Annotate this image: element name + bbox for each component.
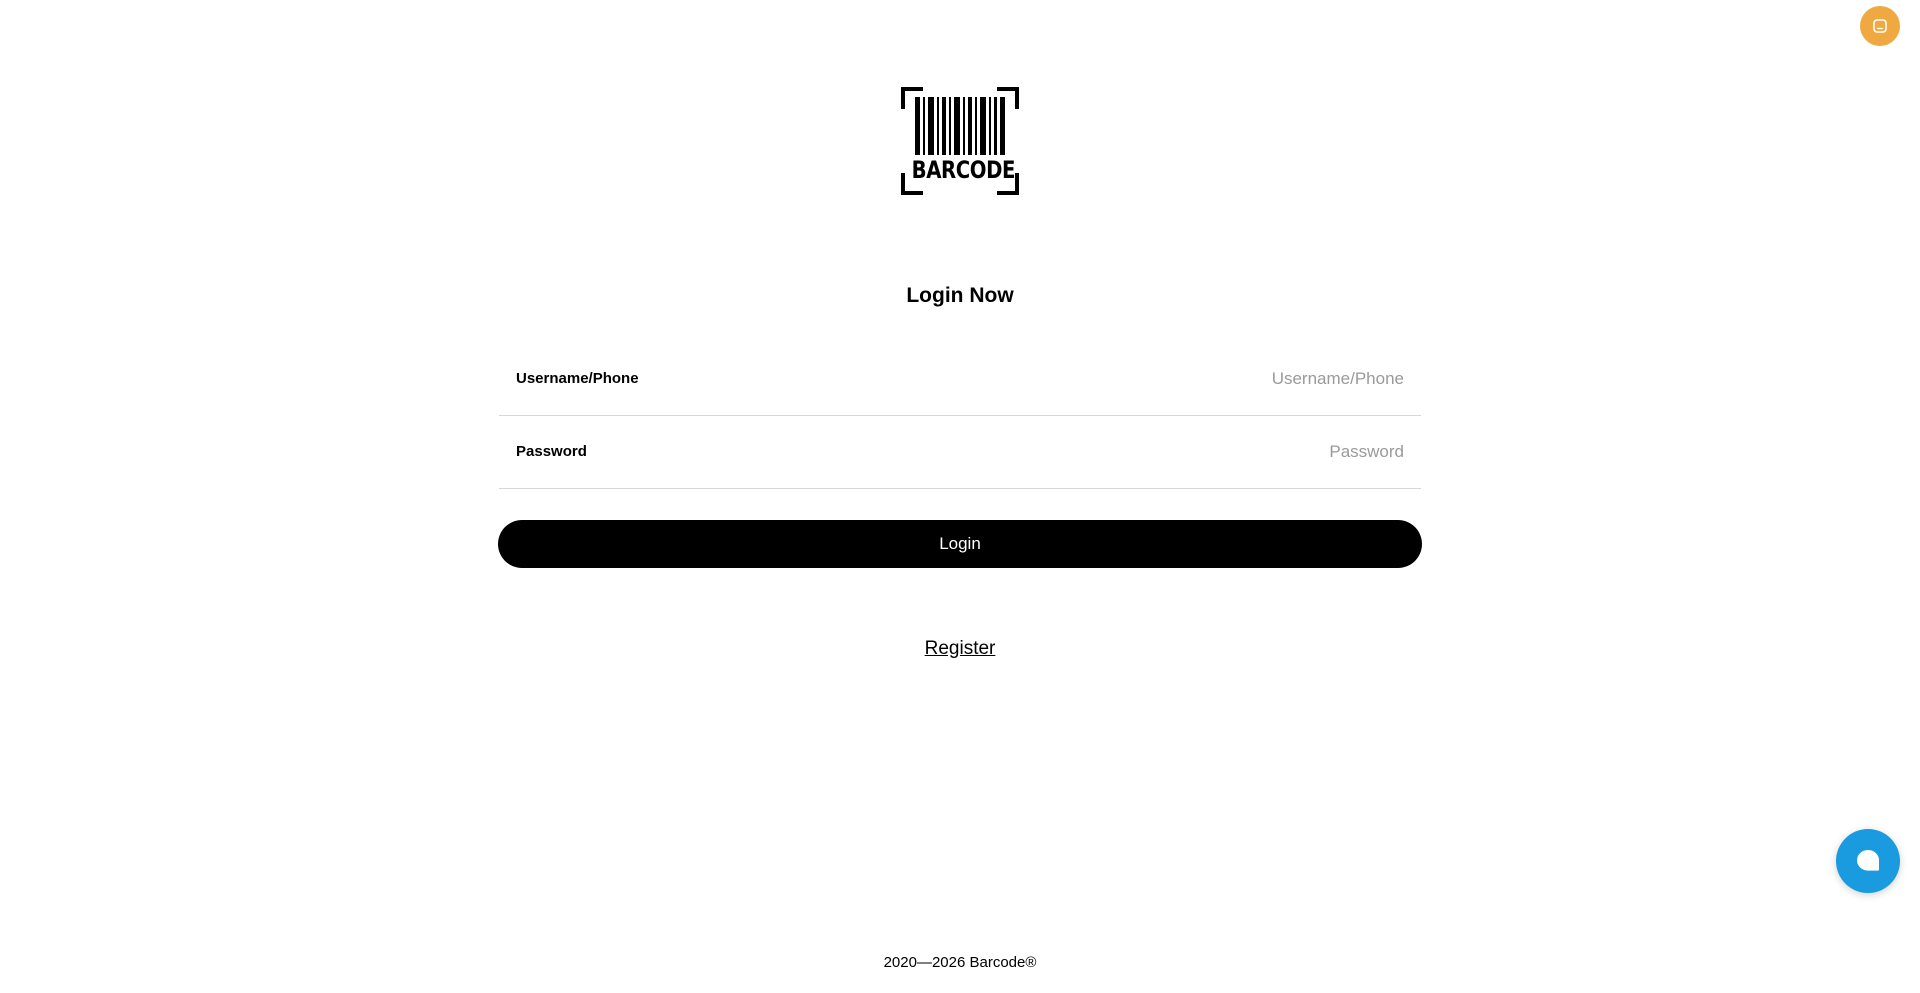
- password-label: Password: [516, 443, 587, 460]
- username-field: Username/Phone: [499, 343, 1421, 416]
- username-input[interactable]: [804, 365, 1404, 393]
- login-page: BARCODE Login Now Username/Phone Passwor…: [0, 0, 1920, 993]
- password-field: Password: [499, 416, 1421, 489]
- username-label: Username/Phone: [516, 370, 639, 387]
- register-link[interactable]: Register: [925, 638, 996, 659]
- barcode-logo: BARCODE: [901, 87, 1019, 195]
- chat-button[interactable]: [1836, 829, 1900, 893]
- login-button[interactable]: Login: [498, 520, 1422, 568]
- top-badge-button[interactable]: [1860, 6, 1900, 46]
- chat-bubble-icon: [1857, 850, 1879, 871]
- page-title: Login Now: [906, 284, 1014, 307]
- message-square-icon: [1873, 19, 1887, 33]
- password-input[interactable]: [804, 438, 1404, 466]
- logo-wordmark: BARCODE: [911, 156, 1016, 184]
- footer-copyright: 2020—2026 Barcode®: [883, 954, 1037, 971]
- register-container: Register: [0, 638, 1920, 660]
